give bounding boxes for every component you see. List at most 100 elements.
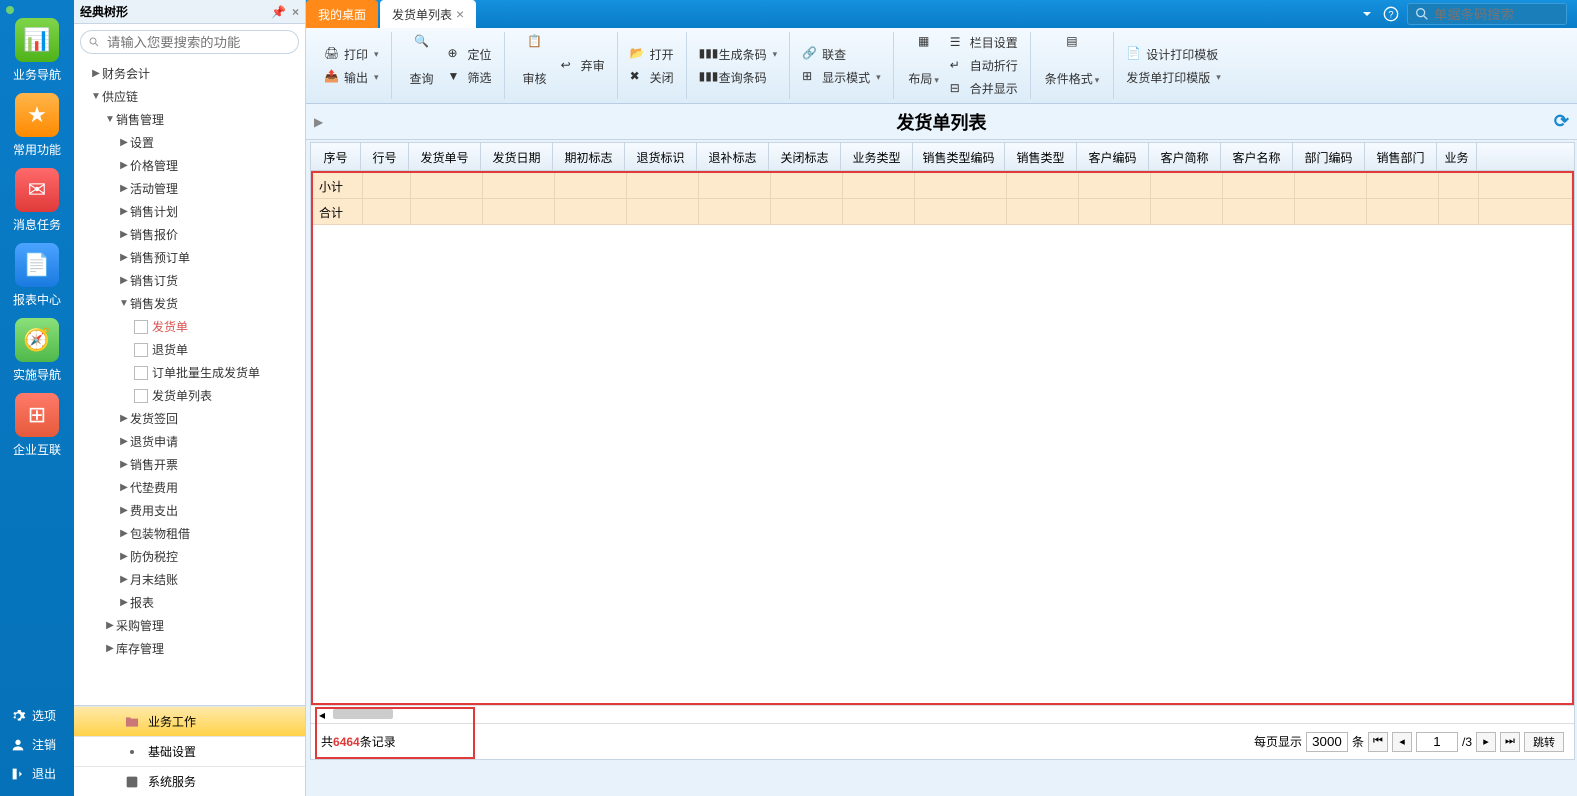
tree-node-supply[interactable]: ▼供应链 xyxy=(74,85,305,108)
tree-node-purchase[interactable]: ▶采购管理 xyxy=(74,614,305,637)
tree-node-sales[interactable]: ▼销售管理 xyxy=(74,108,305,131)
tree-leaf-return[interactable]: 退货单 xyxy=(74,338,305,361)
tree-node-advance[interactable]: ▶代垫费用 xyxy=(74,476,305,499)
tree-node-expense[interactable]: ▶费用支出 xyxy=(74,499,305,522)
bottom-tab-basic[interactable]: 基础设置 xyxy=(74,736,305,766)
merge-show-button[interactable]: ⊟合并显示 xyxy=(946,78,1022,99)
col-biz[interactable]: 业务 xyxy=(1437,143,1477,170)
col-row[interactable]: 行号 xyxy=(361,143,409,170)
tree-node-shipping[interactable]: ▼销售发货 xyxy=(74,292,305,315)
logout-button[interactable]: 注销 xyxy=(0,730,74,759)
tree-node-inventory[interactable]: ▶库存管理 xyxy=(74,637,305,660)
refresh-icon[interactable]: ⟳ xyxy=(1554,111,1569,132)
layout-button[interactable]: ▦布局▾ xyxy=(902,32,946,99)
page-input[interactable] xyxy=(1416,732,1458,752)
help-icon[interactable]: ? xyxy=(1383,6,1399,22)
jump-button[interactable]: 跳转 xyxy=(1524,732,1564,752)
col-seq[interactable]: 序号 xyxy=(311,143,361,170)
bottom-tab-system[interactable]: 系统服务 xyxy=(74,766,305,796)
tree-node-signback[interactable]: ▶发货签回 xyxy=(74,407,305,430)
magnifier-icon: 🔍 xyxy=(406,34,438,66)
lookup-button[interactable]: 🔗联查 xyxy=(798,44,885,65)
col-salesdept[interactable]: 销售部门 xyxy=(1365,143,1437,170)
tree-leaf-batch[interactable]: 订单批量生成发货单 xyxy=(74,361,305,384)
tree-node-tax[interactable]: ▶防伪税控 xyxy=(74,545,305,568)
tab-current[interactable]: 发货单列表× xyxy=(380,0,476,28)
tree-leaf-ship-list[interactable]: 发货单列表 xyxy=(74,384,305,407)
nav-impl[interactable]: 🧭 实施导航 xyxy=(7,318,67,383)
col-custshort[interactable]: 客户简称 xyxy=(1149,143,1221,170)
tree-node-price[interactable]: ▶价格管理 xyxy=(74,154,305,177)
per-page-input[interactable] xyxy=(1306,732,1348,752)
col-setting-button[interactable]: ☰栏目设置 xyxy=(946,32,1022,53)
nav-biz[interactable]: 📊 业务导航 xyxy=(7,18,67,83)
tree-node-order[interactable]: ▶销售订货 xyxy=(74,269,305,292)
search-top[interactable] xyxy=(1407,3,1567,25)
locate-button[interactable]: ⊕定位 xyxy=(444,44,496,65)
col-saletypecode[interactable]: 销售类型编码 xyxy=(913,143,1005,170)
grid-icon: ⊞ xyxy=(802,69,818,85)
barcode-search-input[interactable] xyxy=(1434,7,1554,22)
exit-button[interactable]: 退出 xyxy=(0,759,74,788)
grid-icon: ⊞ xyxy=(15,393,59,437)
review-button[interactable]: 📋审核 xyxy=(513,32,557,99)
options-button[interactable]: 选项 xyxy=(0,701,74,730)
print-button[interactable]: 🖨打印▾ xyxy=(320,44,383,65)
tab-desktop[interactable]: 我的桌面 xyxy=(306,0,378,28)
tree-node-package[interactable]: ▶包装物租借 xyxy=(74,522,305,545)
query-barcode-button[interactable]: ▮▮▮查询条码 xyxy=(695,67,782,88)
close-icon[interactable]: × xyxy=(292,5,299,19)
tree-node-preorder[interactable]: ▶销售预订单 xyxy=(74,246,305,269)
dropdown-icon[interactable] xyxy=(1359,6,1375,22)
col-return[interactable]: 退货标识 xyxy=(625,143,697,170)
print-template-button[interactable]: 📄设计打印模板 xyxy=(1122,44,1225,65)
abandon-button[interactable]: ↩弃审 xyxy=(557,55,609,76)
next-page-button[interactable]: ▸ xyxy=(1476,732,1496,752)
tree-node-finance[interactable]: ▶财务会计 xyxy=(74,62,305,85)
filter-button[interactable]: ▼筛选 xyxy=(444,67,496,88)
ship-template-button[interactable]: 发货单打印模版▾ xyxy=(1122,67,1225,88)
tree-search-input[interactable] xyxy=(80,30,299,54)
cond-format-button[interactable]: ▤条件格式▾ xyxy=(1039,32,1106,99)
nav-fav[interactable]: ★ 常用功能 xyxy=(7,93,67,158)
hscroll[interactable]: ◂ xyxy=(311,705,1574,723)
col-shipno[interactable]: 发货单号 xyxy=(409,143,481,170)
tab-close-icon[interactable]: × xyxy=(456,6,464,22)
nav-enterprise[interactable]: ⊞ 企业互联 xyxy=(7,393,67,458)
tree-node-settings[interactable]: ▶设置 xyxy=(74,131,305,154)
back-button[interactable]: ▶ xyxy=(314,115,323,129)
col-initial[interactable]: 期初标志 xyxy=(553,143,625,170)
tree-node-return-req[interactable]: ▶退货申请 xyxy=(74,430,305,453)
highlight-box-2 xyxy=(315,707,475,759)
close-button[interactable]: ✖关闭 xyxy=(626,67,678,88)
tree-node-quote[interactable]: ▶销售报价 xyxy=(74,223,305,246)
display-mode-button[interactable]: ⊞显示模式▾ xyxy=(798,67,885,88)
tree-node-plan[interactable]: ▶销售计划 xyxy=(74,200,305,223)
nav-report[interactable]: 📄 报表中心 xyxy=(7,243,67,308)
open-button[interactable]: 📂打开 xyxy=(626,44,678,65)
tree-node-monthend[interactable]: ▶月末结账 xyxy=(74,568,305,591)
col-custname[interactable]: 客户名称 xyxy=(1221,143,1293,170)
tree-node-invoice[interactable]: ▶销售开票 xyxy=(74,453,305,476)
col-custcode[interactable]: 客户编码 xyxy=(1077,143,1149,170)
col-close[interactable]: 关闭标志 xyxy=(769,143,841,170)
query-button[interactable]: 🔍查询 xyxy=(400,32,444,99)
star-icon: ★ xyxy=(15,93,59,137)
tree-node-activity[interactable]: ▶活动管理 xyxy=(74,177,305,200)
col-refund[interactable]: 退补标志 xyxy=(697,143,769,170)
col-date[interactable]: 发货日期 xyxy=(481,143,553,170)
gen-barcode-button[interactable]: ▮▮▮生成条码▾ xyxy=(695,44,782,65)
pin-icon[interactable]: 📌 xyxy=(271,5,286,19)
tree-node-reports[interactable]: ▶报表 xyxy=(74,591,305,614)
bottom-tab-business[interactable]: 业务工作 xyxy=(74,706,305,736)
auto-wrap-button[interactable]: ↵自动折行 xyxy=(946,55,1022,76)
col-deptcode[interactable]: 部门编码 xyxy=(1293,143,1365,170)
col-biztype[interactable]: 业务类型 xyxy=(841,143,913,170)
export-button[interactable]: 📤输出▾ xyxy=(320,67,383,88)
tree-leaf-ship-order[interactable]: 发货单 xyxy=(74,315,305,338)
last-page-button[interactable]: ⏭ xyxy=(1500,732,1520,752)
col-saletype[interactable]: 销售类型 xyxy=(1005,143,1077,170)
prev-page-button[interactable]: ◂ xyxy=(1392,732,1412,752)
nav-msg[interactable]: ✉ 消息任务 xyxy=(7,168,67,233)
first-page-button[interactable]: ⏮ xyxy=(1368,732,1388,752)
